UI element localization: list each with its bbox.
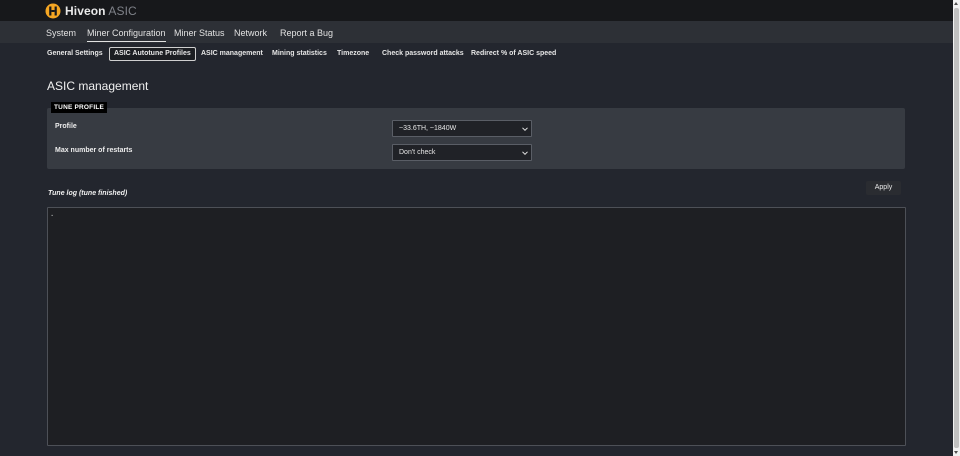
hiveon-logo-icon <box>45 3 61 18</box>
main-nav: System Miner Configuration Miner Status … <box>0 21 953 43</box>
brand-suffix: ASIC <box>108 3 137 18</box>
section-badge: TUNE PROFILE <box>51 102 108 113</box>
nav-report-a-bug[interactable]: Report a Bug <box>280 21 333 43</box>
tune-profile-panel: Profile ~33.6TH, ~1840W Max number of re… <box>47 108 905 169</box>
profile-select[interactable]: ~33.6TH, ~1840W <box>392 120 532 137</box>
nav-network[interactable]: Network <box>234 21 267 43</box>
tab-check-password-attacks[interactable]: Check password attacks <box>382 47 464 61</box>
brand-name: Hiveon <box>65 3 106 18</box>
apply-button[interactable]: Apply <box>866 181 901 195</box>
scroll-thumb[interactable] <box>954 8 959 448</box>
brand-bar: Hiveon ASIC <box>0 0 953 21</box>
max-restarts-select-value: Don't check <box>399 149 436 156</box>
chevron-down-icon <box>522 151 528 156</box>
scroll-down-icon[interactable] <box>954 451 958 454</box>
brand-text: Hiveon ASIC <box>65 4 137 18</box>
tab-general-settings[interactable]: General Settings <box>47 47 103 61</box>
logo[interactable]: Hiveon ASIC <box>45 2 137 19</box>
tab-asic-autotune-profiles[interactable]: ASIC Autotune Profiles <box>109 47 196 61</box>
tab-timezone[interactable]: Timezone <box>337 47 369 61</box>
nav-miner-status[interactable]: Miner Status <box>174 21 225 43</box>
scrollbar[interactable] <box>953 0 960 456</box>
chevron-down-icon <box>522 127 528 132</box>
nav-miner-configuration[interactable]: Miner Configuration <box>87 21 166 42</box>
max-restarts-select[interactable]: Don't check <box>392 144 532 161</box>
tab-mining-statistics[interactable]: Mining statistics <box>272 47 327 61</box>
profile-select-value: ~33.6TH, ~1840W <box>399 125 457 132</box>
max-restarts-label: Max number of restarts <box>55 147 133 154</box>
tune-log-textarea[interactable]: . <box>47 207 906 446</box>
sub-nav: General Settings ASIC Autotune Profiles … <box>0 43 953 65</box>
page-title: ASIC management <box>47 79 149 93</box>
tune-log-title: Tune log (tune finished) <box>48 190 128 197</box>
tab-asic-management[interactable]: ASIC management <box>201 47 263 61</box>
page: Hiveon ASIC System Miner Configuration M… <box>0 0 960 456</box>
scroll-up-icon[interactable] <box>954 2 958 5</box>
nav-system[interactable]: System <box>46 21 76 43</box>
profile-label: Profile <box>55 123 77 130</box>
tab-redirect-asic-speed[interactable]: Redirect % of ASIC speed <box>471 47 556 61</box>
